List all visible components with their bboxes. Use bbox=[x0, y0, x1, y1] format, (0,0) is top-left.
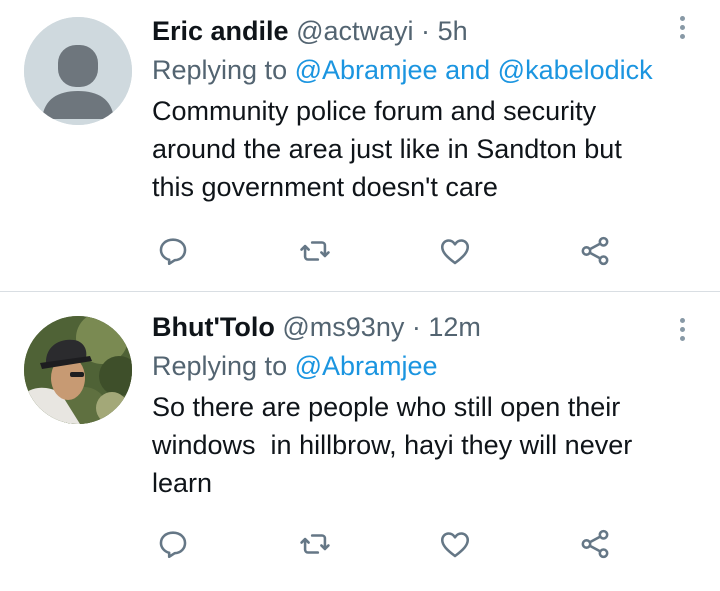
retweet-icon bbox=[300, 534, 330, 554]
tweet-text: Community police forum and security arou… bbox=[152, 92, 696, 206]
tweet-text-line: learn bbox=[152, 468, 213, 498]
reply-button[interactable] bbox=[156, 527, 190, 561]
reply-icon bbox=[159, 531, 187, 559]
user-handle[interactable]: @actwayi bbox=[296, 16, 413, 46]
share-icon bbox=[581, 236, 609, 266]
reply-icon bbox=[159, 238, 187, 266]
display-name[interactable]: Bhut'Tolo bbox=[152, 312, 275, 342]
tweet-text-line: So there are people who still open their bbox=[152, 392, 621, 422]
replying-to: Replying to @Abramjee and @kabelodick bbox=[152, 50, 696, 90]
like-button[interactable] bbox=[438, 527, 472, 561]
mention-link[interactable]: @Abramjee bbox=[295, 55, 438, 85]
tweet-text-line: windows in hillbrow, hayi they will neve… bbox=[152, 430, 633, 460]
retweet-icon bbox=[300, 241, 330, 261]
like-button[interactable] bbox=[438, 234, 472, 268]
avatar[interactable] bbox=[24, 316, 132, 424]
tweet[interactable]: Bhut'Tolo @ms93ny · 12m Replying to @Abr… bbox=[0, 292, 720, 591]
share-button[interactable] bbox=[578, 234, 612, 268]
replying-to: Replying to @Abramjee bbox=[152, 346, 696, 386]
separator-dot: · bbox=[421, 16, 431, 46]
tweet[interactable]: Eric andile @actwayi · 5h Replying to @A… bbox=[0, 0, 720, 292]
display-name[interactable]: Eric andile bbox=[152, 16, 289, 46]
reply-button[interactable] bbox=[156, 234, 190, 268]
tweet-text: So there are people who still open their… bbox=[152, 388, 696, 502]
heart-icon bbox=[440, 239, 470, 265]
mention-conjunction[interactable]: and bbox=[445, 55, 490, 85]
avatar[interactable] bbox=[24, 17, 132, 125]
separator-dot: · bbox=[411, 312, 421, 342]
retweet-button[interactable] bbox=[298, 527, 332, 561]
tweet-text-line: Community police forum and security bbox=[152, 96, 597, 126]
more-vertical-icon[interactable] bbox=[678, 16, 686, 43]
tweet-text-line: around the area just like in Sandton but bbox=[152, 134, 622, 164]
mention-link[interactable]: @kabelodick bbox=[498, 55, 653, 85]
tweet-time[interactable]: 5h bbox=[438, 16, 468, 46]
tweet-header: Bhut'Tolo @ms93ny · 12m bbox=[152, 308, 696, 346]
photo-avatar-icon bbox=[24, 316, 132, 424]
replying-to-label: Replying to bbox=[152, 55, 288, 85]
tweet-text-line: this government doesn't care bbox=[152, 172, 498, 202]
share-icon bbox=[581, 529, 609, 559]
replying-to-label: Replying to bbox=[152, 351, 288, 381]
user-handle[interactable]: @ms93ny bbox=[282, 312, 404, 342]
tweet-time[interactable]: 12m bbox=[428, 312, 481, 342]
mention-link[interactable]: @Abramjee bbox=[295, 351, 438, 381]
more-vertical-icon[interactable] bbox=[678, 318, 686, 345]
retweet-button[interactable] bbox=[298, 234, 332, 268]
share-button[interactable] bbox=[578, 527, 612, 561]
default-avatar-icon bbox=[24, 17, 132, 125]
tweet-header: Eric andile @actwayi · 5h bbox=[152, 12, 696, 50]
heart-icon bbox=[440, 532, 470, 558]
